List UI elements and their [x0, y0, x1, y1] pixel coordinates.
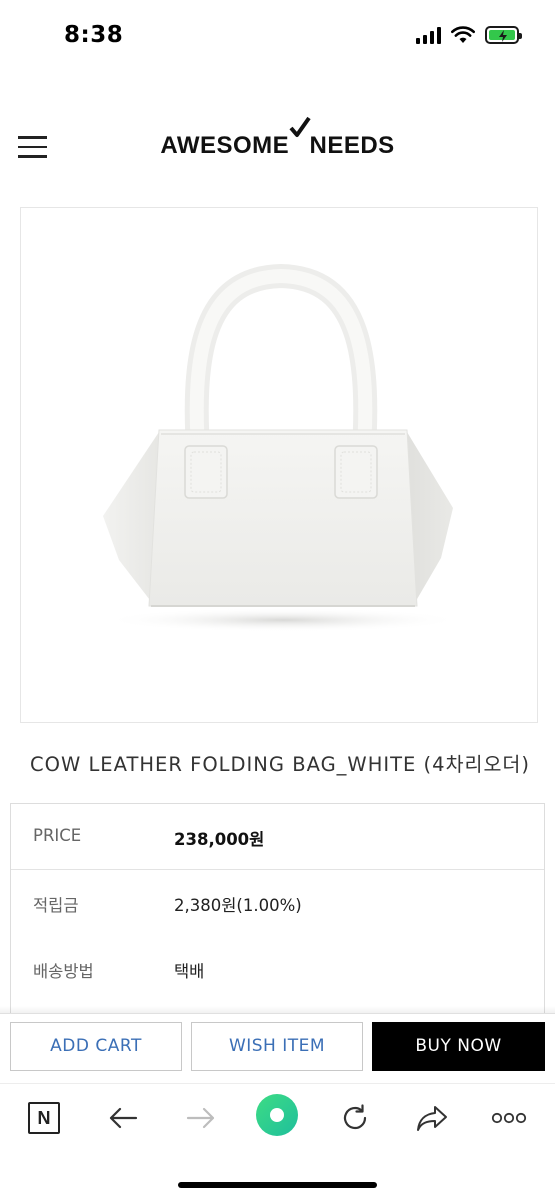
white-leather-bag-image — [103, 263, 463, 632]
checkmark-icon — [289, 116, 311, 137]
home-indicator — [178, 1182, 377, 1188]
naver-n-icon[interactable]: N — [22, 1098, 66, 1138]
logo-text-needs: NEEDS — [309, 132, 395, 159]
cellular-signal-icon — [416, 26, 441, 44]
battery-icon — [485, 26, 522, 44]
price-row: PRICE 238,000원 — [11, 804, 544, 870]
price-label: PRICE — [33, 826, 82, 845]
points-value: 2,380원(1.00%) — [174, 896, 302, 915]
shipping-row: 배송방법 택배 — [11, 936, 544, 1002]
more-options-icon[interactable] — [487, 1098, 531, 1138]
share-icon[interactable] — [410, 1098, 454, 1138]
buy-now-button[interactable]: BUY NOW — [372, 1022, 545, 1071]
forward-arrow-icon[interactable] — [179, 1098, 223, 1138]
browser-toolbar: N — [0, 1083, 555, 1200]
status-icons — [416, 26, 522, 44]
product-image[interactable] — [20, 207, 538, 723]
price-value: 238,000원 — [174, 830, 265, 849]
shipping-label: 배송방법 — [33, 962, 94, 981]
refresh-icon[interactable] — [333, 1098, 377, 1138]
points-label: 적립금 — [33, 896, 79, 915]
status-bar: 8:38 — [0, 0, 555, 70]
wish-item-button[interactable]: WISH ITEM — [191, 1022, 363, 1071]
add-cart-button[interactable]: ADD CART — [10, 1022, 182, 1071]
product-info-table: PRICE 238,000원 적립금 2,380원(1.00%) 배송방법 택배 — [10, 803, 545, 1013]
logo-text-awesome: AWESOME — [160, 132, 290, 159]
site-header: AWESOME NEEDS — [0, 110, 555, 180]
shipping-value: 택배 — [174, 962, 205, 981]
green-home-dot-icon[interactable] — [255, 1094, 299, 1136]
naver-n-label: N — [28, 1102, 60, 1134]
purchase-action-bar: ADD CART WISH ITEM BUY NOW — [0, 1013, 555, 1083]
product-title: COW LEATHER FOLDING BAG_WHITE (4차리오더) — [30, 753, 530, 776]
status-time: 8:38 — [64, 22, 124, 48]
back-arrow-icon[interactable] — [101, 1098, 145, 1138]
site-logo[interactable]: AWESOME NEEDS — [0, 132, 555, 160]
wifi-icon — [451, 26, 475, 43]
points-row: 적립금 2,380원(1.00%) — [11, 870, 544, 936]
